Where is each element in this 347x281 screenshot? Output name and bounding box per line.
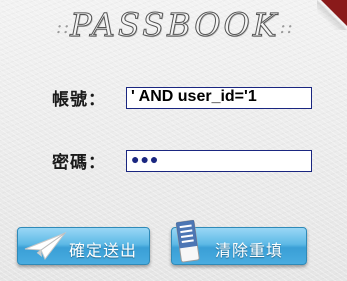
clear-button[interactable]: 清除重填 [171, 219, 307, 265]
account-label: 帳號： [52, 90, 106, 110]
app-title: ::PASSBOOK:: [56, 6, 294, 45]
password-row: 密碼： ●●● [52, 148, 312, 173]
title-text: PASSBOOK [70, 6, 280, 45]
account-row: 帳號： ' AND user_id='1 [52, 85, 312, 110]
title-decor-left: :: [56, 17, 71, 38]
password-input[interactable]: ●●● [126, 149, 312, 172]
paper-plane-icon [24, 231, 67, 260]
submit-button[interactable]: 確定送出 [17, 227, 150, 265]
password-label: 密碼： [52, 153, 106, 173]
title-decor-right: :: [279, 17, 294, 38]
clear-button-label: 清除重填 [215, 241, 284, 260]
submit-button-label: 確定送出 [69, 241, 138, 260]
eraser-icon [175, 219, 200, 263]
corner-fold [317, 0, 347, 30]
account-input[interactable]: ' AND user_id='1 [126, 86, 312, 109]
